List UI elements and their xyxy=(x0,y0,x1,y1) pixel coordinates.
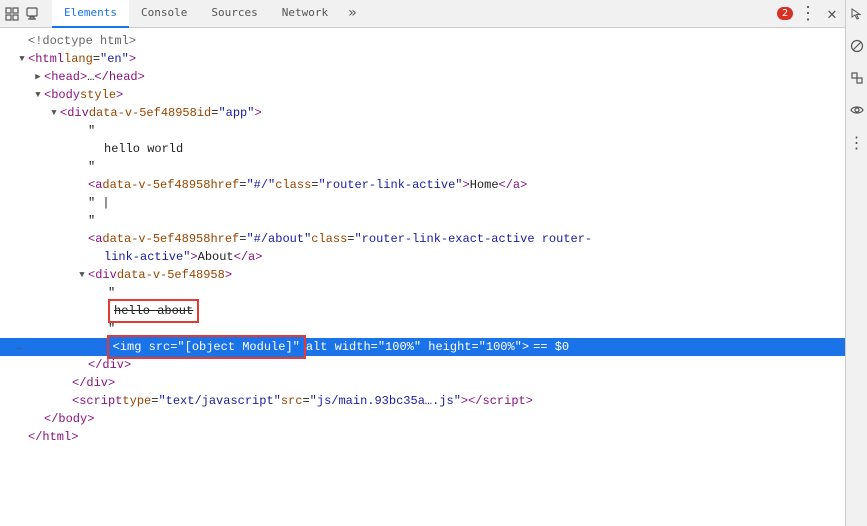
dom-line: " xyxy=(0,212,845,230)
dom-line: </div> xyxy=(0,374,845,392)
triangle-icon[interactable] xyxy=(32,68,44,86)
dom-line: </body> xyxy=(0,410,845,428)
triangle-icon[interactable] xyxy=(48,104,60,122)
dom-line[interactable]: <head>…</head> xyxy=(0,68,845,86)
more-tabs-icon: » xyxy=(348,5,356,21)
dom-line[interactable]: <script type="text/javascript" src="js/m… xyxy=(0,392,845,410)
layers-icon[interactable] xyxy=(847,68,867,88)
dom-line: </div> xyxy=(0,356,845,374)
tab-network[interactable]: Network xyxy=(270,0,340,28)
dom-line: hello about xyxy=(0,302,845,320)
eye-icon[interactable] xyxy=(847,100,867,120)
more-options-icon[interactable]: ⋮ xyxy=(799,5,817,23)
tab-more[interactable]: » xyxy=(340,0,364,28)
tabs: Elements Console Sources Network » xyxy=(52,0,365,28)
cursor-tool-icon[interactable] xyxy=(847,4,867,24)
dom-line: hello world xyxy=(0,140,845,158)
error-badge: 2 xyxy=(777,7,793,20)
tab-sources[interactable]: Sources xyxy=(199,0,269,28)
selected-dom-line[interactable]: … <img src="[object Module]" alt width="… xyxy=(0,338,845,356)
triangle-icon[interactable] xyxy=(16,50,28,68)
dom-line[interactable]: <div data-v-5ef48958 > xyxy=(0,266,845,284)
close-devtools-icon[interactable]: ✕ xyxy=(823,5,841,23)
dom-line: link-active">About</a> xyxy=(0,248,845,266)
inspect-icon[interactable] xyxy=(4,6,20,22)
prohibit-icon[interactable] xyxy=(847,36,867,56)
dom-line: </html> xyxy=(0,428,845,446)
right-sidebar: ⋮ xyxy=(845,0,867,526)
devtools-panel: Elements Console Sources Network » 2 ⋮ ✕ xyxy=(0,0,845,526)
tab-bar-left xyxy=(4,6,44,22)
dom-line[interactable]: <a data-v-5ef48958 href="#/" class="rout… xyxy=(0,176,845,194)
dom-line[interactable]: <a data-v-5ef48958 href="#/about" class=… xyxy=(0,230,845,248)
dom-line: " | xyxy=(0,194,845,212)
tab-console[interactable]: Console xyxy=(129,0,199,28)
device-icon[interactable] xyxy=(24,6,40,22)
dom-content[interactable]: <!doctype html> <html lang="en" > <head>… xyxy=(0,28,845,526)
selected-img-highlight: <img src="[object Module]" xyxy=(107,335,306,359)
tab-bar: Elements Console Sources Network » 2 ⋮ ✕ xyxy=(0,0,845,28)
dom-line: " xyxy=(0,158,845,176)
highlight-box: hello about xyxy=(108,299,199,323)
dom-line[interactable]: <html lang="en" > xyxy=(0,50,845,68)
triangle-icon[interactable] xyxy=(76,266,88,284)
dom-line: " xyxy=(0,122,845,140)
dom-line[interactable]: <body style > xyxy=(0,86,845,104)
more-sidebar-icon[interactable]: ⋮ xyxy=(847,132,867,152)
triangle-icon[interactable] xyxy=(32,86,44,104)
tab-bar-right: 2 ⋮ ✕ xyxy=(777,5,841,23)
tab-elements[interactable]: Elements xyxy=(52,0,129,28)
dom-line: <!doctype html> xyxy=(0,32,845,50)
dom-line[interactable]: <div data-v-5ef48958 id="app" > xyxy=(0,104,845,122)
